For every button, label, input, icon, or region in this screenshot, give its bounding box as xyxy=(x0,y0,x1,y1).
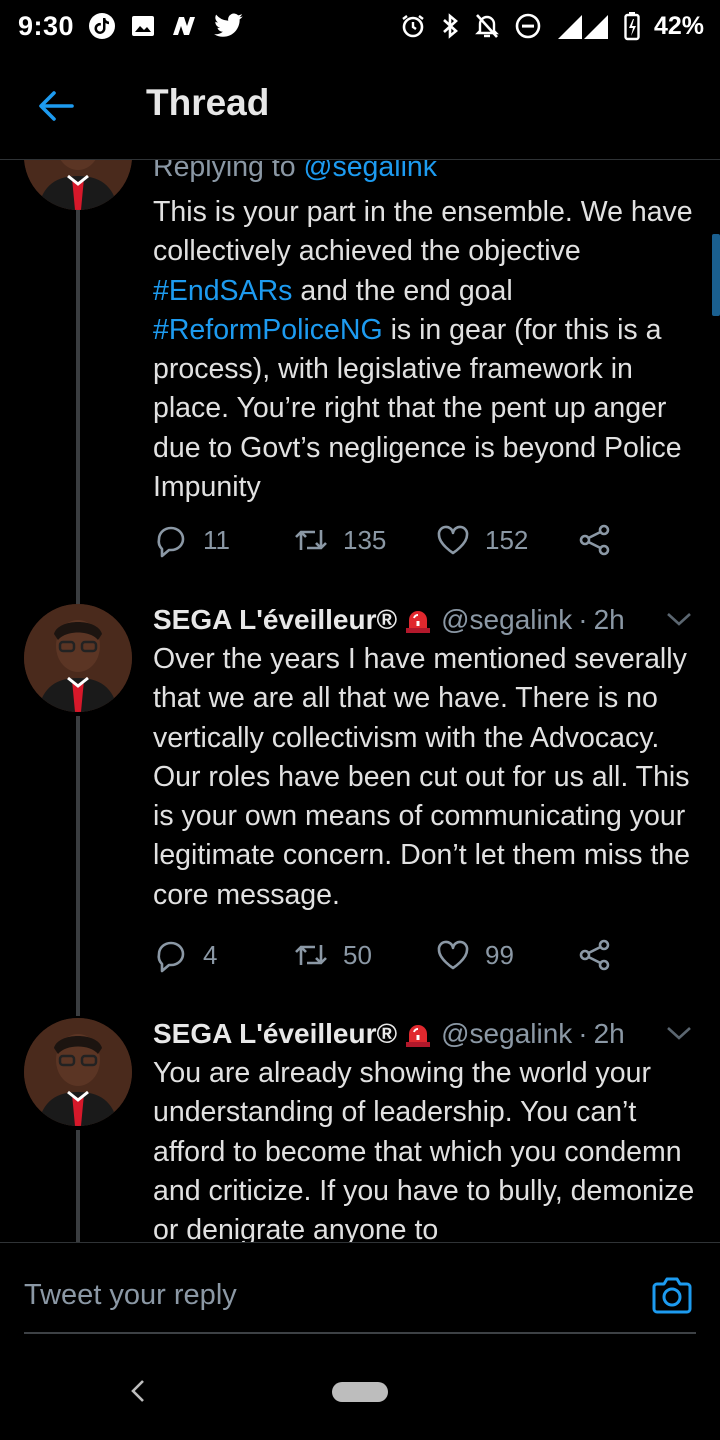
tweet-menu-button[interactable] xyxy=(664,604,694,634)
avatar-image xyxy=(24,160,132,210)
reply-button[interactable]: 4 xyxy=(153,937,293,973)
retweet-count: 50 xyxy=(343,939,372,970)
text-segment: and the end goal xyxy=(292,274,513,307)
back-button[interactable] xyxy=(36,86,76,126)
status-time: 9:30 xyxy=(18,10,75,41)
mute-icon xyxy=(474,12,500,40)
reply-underline xyxy=(24,1332,696,1334)
page-title: Thread xyxy=(146,82,270,123)
battery-percentage: 42% xyxy=(653,11,704,40)
reply-count: 4 xyxy=(203,939,218,970)
thread-list[interactable]: Replying to @segalink This is your part … xyxy=(0,160,720,1242)
author-name[interactable]: SEGA L'éveilleur® xyxy=(153,1018,397,1050)
avatar-image xyxy=(24,604,132,712)
status-bar-right: 3G 42% xyxy=(400,11,704,41)
heart-icon xyxy=(437,940,469,970)
meta-separator: · xyxy=(578,604,588,635)
siren-icon xyxy=(403,606,433,634)
tweet-text: Over the years I have mentioned severall… xyxy=(153,643,690,911)
system-nav-bar xyxy=(0,1342,720,1440)
share-icon xyxy=(579,524,610,556)
retweet-button[interactable]: 50 xyxy=(293,937,435,973)
tweet-content: Replying to @segalink This is your part … xyxy=(153,160,698,507)
arrow-left-icon xyxy=(39,91,74,121)
thread-connector xyxy=(76,210,80,608)
bluetooth-icon xyxy=(440,12,460,40)
tweet-timestamp: 2h xyxy=(593,1018,625,1049)
avatar[interactable] xyxy=(24,604,132,712)
tweet-actions: 11 135 152 xyxy=(153,520,613,560)
like-button[interactable]: 152 xyxy=(435,522,577,558)
share-button[interactable] xyxy=(577,937,613,973)
thread-connector xyxy=(76,1130,80,1242)
home-pill-icon[interactable] xyxy=(332,1382,388,1402)
nav-back-button[interactable] xyxy=(126,1378,152,1404)
reply-icon xyxy=(157,526,185,558)
status-bar: 9:30 3G 42% xyxy=(0,0,720,52)
tweet-timestamp: 2h xyxy=(593,604,625,635)
svg-text:3G: 3G xyxy=(588,15,602,26)
retweet-icon xyxy=(295,530,327,550)
like-count: 99 xyxy=(485,939,514,970)
tweet-actions: 4 50 99 xyxy=(153,935,613,975)
battery-charging-icon xyxy=(624,11,640,41)
image-icon xyxy=(130,13,156,39)
author-handle: @segalink xyxy=(441,1018,573,1049)
replying-label: Replying to xyxy=(153,160,296,183)
avatar[interactable] xyxy=(24,160,132,210)
tweet-meta: SEGA L'éveilleur® @segalink · 2h xyxy=(153,1016,698,1052)
twitter-icon xyxy=(214,13,244,39)
heart-icon xyxy=(437,525,469,555)
mention-link[interactable]: @segalink xyxy=(304,160,438,183)
hashtag-link[interactable]: #ReformPoliceNG xyxy=(153,314,383,346)
reply-input[interactable] xyxy=(24,1279,624,1312)
camera-icon xyxy=(652,1277,692,1314)
chevron-down-icon xyxy=(667,613,691,626)
retweet-button[interactable]: 135 xyxy=(293,522,435,558)
author-name[interactable]: SEGA L'éveilleur® xyxy=(153,604,397,636)
nav-back-icon xyxy=(131,1380,144,1402)
like-count: 152 xyxy=(485,524,529,555)
tweet-text: You are already showing the world your u… xyxy=(153,1057,695,1242)
reply-composer xyxy=(0,1242,720,1342)
author-handle: @segalink xyxy=(441,604,573,635)
reply-icon xyxy=(157,941,185,973)
status-bar-left: 9:30 xyxy=(18,11,244,42)
retweet-count: 135 xyxy=(343,524,387,555)
hashtag-link[interactable]: #EndSARs xyxy=(153,275,292,307)
tweet-meta: SEGA L'éveilleur® @segalink · 2h xyxy=(153,602,698,638)
meta-separator: · xyxy=(578,1018,588,1049)
share-button[interactable] xyxy=(577,522,613,558)
avatar-image xyxy=(24,1018,132,1126)
text-segment: This is your part in the ensemble. We ha… xyxy=(153,196,693,268)
scrollbar-thumb[interactable] xyxy=(712,234,720,316)
signal-icon: 3G xyxy=(556,11,610,41)
chevron-down-icon xyxy=(667,1027,691,1040)
like-button[interactable]: 99 xyxy=(435,937,577,973)
tiktok-icon xyxy=(88,12,116,40)
tweet-content: SEGA L'éveilleur® @segalink · 2h Over th… xyxy=(153,602,698,915)
camera-button[interactable] xyxy=(650,1275,694,1315)
tweet-menu-button[interactable] xyxy=(664,1018,694,1048)
share-icon xyxy=(579,939,610,971)
thread-connector xyxy=(76,716,80,1016)
reply-button[interactable]: 11 xyxy=(153,522,293,558)
avatar[interactable] xyxy=(24,1018,132,1126)
replying-to: Replying to @segalink xyxy=(153,160,698,187)
tweet-content: SEGA L'éveilleur® @segalink · 2h You are… xyxy=(153,1016,698,1242)
retweet-icon xyxy=(295,945,327,965)
tweet-text: This is your part in the ensemble. We ha… xyxy=(153,193,698,507)
siren-icon xyxy=(403,1020,433,1048)
alarm-icon xyxy=(400,13,426,39)
dnd-icon xyxy=(514,12,542,40)
reply-count: 11 xyxy=(203,524,230,555)
thread-header: Thread xyxy=(0,52,720,160)
n-app-icon xyxy=(170,13,200,39)
